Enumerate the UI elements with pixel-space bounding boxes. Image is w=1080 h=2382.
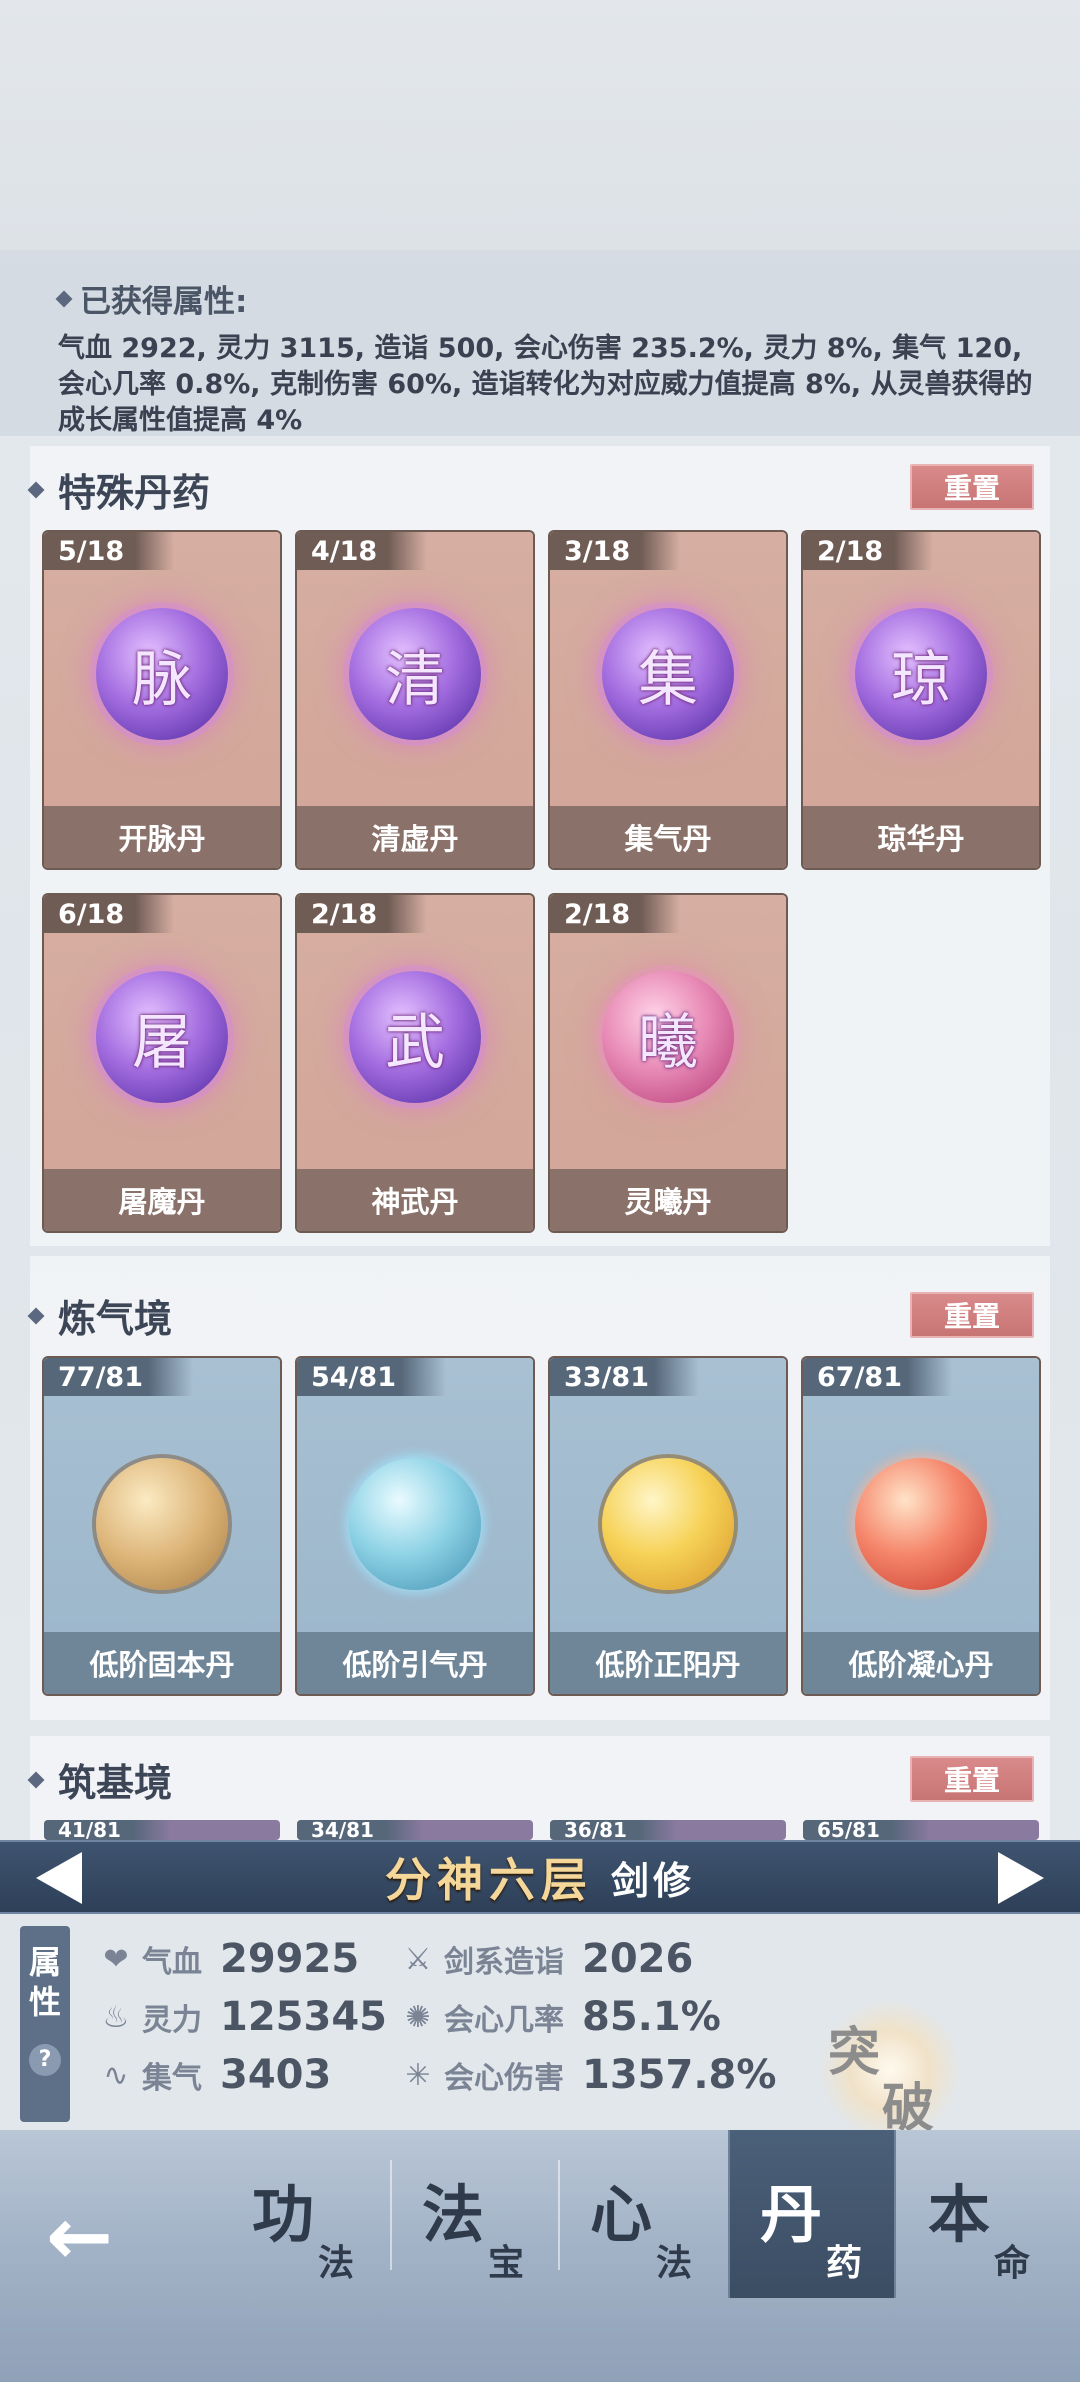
stat-qi: ∿ 集气 3403: [98, 2052, 331, 2098]
back-arrow-icon[interactable]: ←: [46, 2190, 113, 2283]
top-background: [0, 0, 1080, 250]
pill-card-qingxu[interactable]: 4/18 清 清虚丹: [297, 532, 533, 868]
stat-crit: ✺ 会心几率 85.1%: [400, 1994, 720, 2040]
special-pills-title: 特殊丹药: [27, 462, 210, 517]
flame-icon: ♨: [102, 1999, 130, 2035]
pill-card-zhengyang[interactable]: 33/81 低阶正阳丹: [550, 1358, 786, 1694]
pill-card-yinqi[interactable]: 54/81 低阶引气丹: [297, 1358, 533, 1694]
heart-icon: ❤: [103, 1941, 129, 1977]
diamond-icon: [27, 1307, 45, 1324]
stat-critdmg: ✳ 会心伤害 1357.8%: [400, 2052, 776, 2098]
pill-card-ningxin[interactable]: 67/81 低阶凝心丹: [803, 1358, 1039, 1694]
obtained-attributes-title: 已获得属性:: [55, 276, 1040, 321]
diamond-icon: [27, 1771, 45, 1788]
red-pill-icon: [855, 1458, 987, 1590]
pill-card-guben[interactable]: 77/81 低阶固本丹: [44, 1358, 280, 1694]
gold-pill-icon: [96, 1458, 228, 1590]
realm-class: 剑修: [610, 1858, 695, 1903]
pill-card-shenwu[interactable]: 2/18 武 神武丹: [297, 895, 533, 1231]
prev-realm-arrow-icon[interactable]: [36, 1852, 82, 1904]
attributes-tab[interactable]: 属 性 ?: [20, 1926, 70, 2122]
breakthrough-button[interactable]: 突 破: [820, 2000, 960, 2140]
pill-orb-icon: 集: [602, 608, 734, 740]
crit-rate-icon: ✺: [405, 1999, 431, 2035]
nav-tab-benming[interactable]: 本 命: [898, 2130, 1066, 2298]
sword-icon: ⚔: [404, 1941, 432, 1977]
realm-name: 分神六层: [384, 1853, 593, 1907]
burst-icon: ✳: [405, 2057, 431, 2093]
pill-orb-icon: 脉: [96, 608, 228, 740]
lianqi-reset-button[interactable]: 重置: [910, 1292, 1034, 1338]
realm-bar: 分神六层 剑修: [0, 1840, 1080, 1914]
next-realm-arrow-icon[interactable]: [998, 1852, 1044, 1904]
help-icon[interactable]: ?: [29, 2044, 61, 2076]
pill-card-kaimai[interactable]: 5/18 脉 开脉丹: [44, 532, 280, 868]
nav-tab-fabao[interactable]: 法 宝: [392, 2130, 560, 2298]
stat-sp: ♨ 灵力 125345: [98, 1994, 387, 2040]
pill-card-tumo[interactable]: 6/18 屠 屠魔丹: [44, 895, 280, 1231]
special-reset-button[interactable]: 重置: [910, 464, 1034, 510]
zhuji-title: 筑基境: [27, 1752, 172, 1807]
zhuji-card-1[interactable]: 41/81: [44, 1820, 280, 1840]
yellow-pill-icon: [602, 1458, 734, 1590]
pill-orb-icon: 琼: [855, 608, 987, 740]
pill-orb-icon: 清: [349, 608, 481, 740]
diamond-icon: [27, 481, 45, 498]
pill-card-jiqi[interactable]: 3/18 集 集气丹: [550, 532, 786, 868]
zhuji-card-2[interactable]: 34/81: [297, 1820, 533, 1840]
stat-hp: ❤ 气血 29925: [98, 1936, 359, 1982]
obtained-attributes-panel: 已获得属性: 气血 2922, 灵力 3115, 造诣 500, 会心伤害 23…: [0, 250, 1080, 436]
obtained-attributes-text: 气血 2922, 灵力 3115, 造诣 500, 会心伤害 235.2%, 灵…: [58, 333, 1033, 436]
pill-orb-icon: 曦: [602, 971, 734, 1103]
nav-tab-xinfa[interactable]: 心 法: [560, 2130, 728, 2298]
pill-card-lingxi[interactable]: 2/18 曦 灵曦丹: [550, 895, 786, 1231]
zhuji-reset-button[interactable]: 重置: [910, 1756, 1034, 1802]
cyan-pill-icon: [349, 1458, 481, 1590]
stat-sword: ⚔ 剑系造诣 2026: [400, 1936, 694, 1982]
nav-tab-danyao[interactable]: 丹 药: [728, 2130, 896, 2298]
zhuji-card-4[interactable]: 65/81: [803, 1820, 1039, 1840]
lianqi-title: 炼气境: [27, 1288, 172, 1343]
pill-orb-icon: 武: [349, 971, 481, 1103]
swirl-icon: ∿: [103, 2057, 129, 2093]
diamond-icon: [55, 290, 73, 307]
pill-orb-icon: 屠: [96, 971, 228, 1103]
pill-card-qionghua[interactable]: 2/18 琼 琼华丹: [803, 532, 1039, 868]
zhuji-card-3[interactable]: 36/81: [550, 1820, 786, 1840]
nav-tab-gongfa[interactable]: 功 法: [222, 2130, 390, 2298]
